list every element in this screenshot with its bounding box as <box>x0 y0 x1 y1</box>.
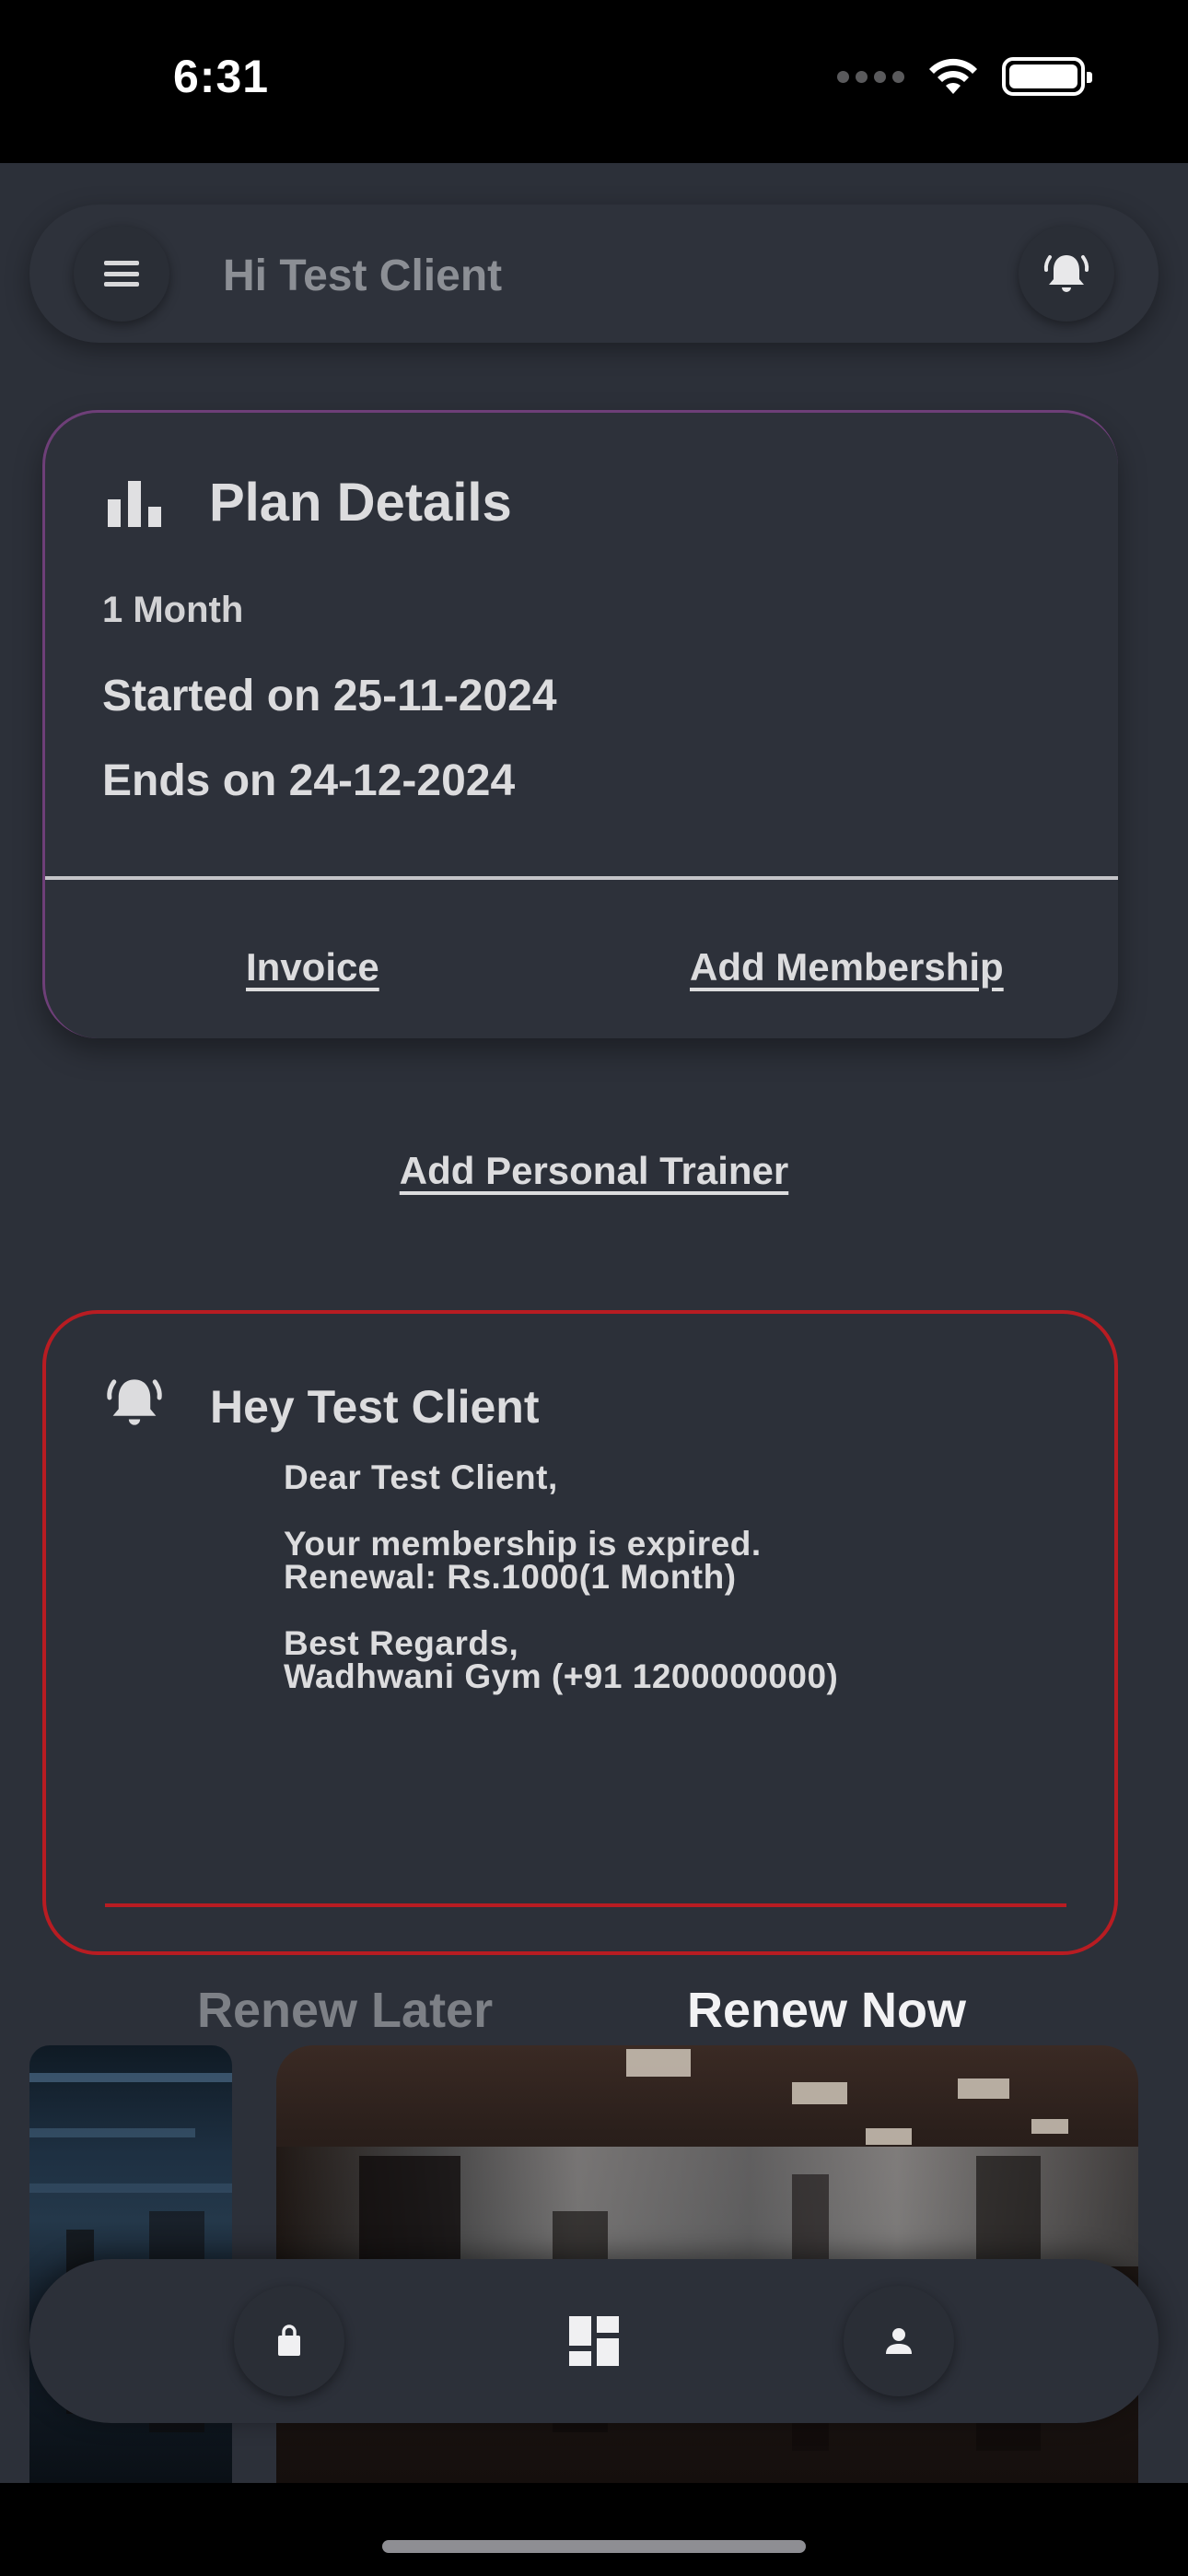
alert-message: Dear Test Client, Your membership is exp… <box>284 1458 839 1695</box>
invoice-link[interactable]: Invoice <box>246 945 379 989</box>
alert-divider <box>105 1903 1066 1907</box>
add-membership-link[interactable]: Add Membership <box>690 945 1004 989</box>
renew-now-button[interactable]: Renew Now <box>687 1982 966 2039</box>
plan-divider <box>45 876 1118 880</box>
bell-ringing-icon <box>1043 255 1089 292</box>
dashboard-icon <box>569 2316 619 2366</box>
app-bar: Hi Test Client <box>29 205 1159 343</box>
status-bar: 6:31 <box>0 0 1188 163</box>
cellular-signal-icon <box>837 70 904 83</box>
bell-ringing-icon <box>107 1379 162 1425</box>
nav-dashboard-button[interactable] <box>539 2286 649 2396</box>
plan-end-date: Ends on 24-12-2024 <box>102 756 516 805</box>
nav-profile-button[interactable] <box>844 2286 954 2396</box>
membership-alert-card: Hey Test Client Dear Test Client, Your m… <box>42 1310 1118 2038</box>
home-indicator-area <box>0 2483 1188 2576</box>
bar-chart-icon <box>108 481 161 527</box>
plan-start-date: Started on 25-11-2024 <box>102 672 557 720</box>
notifications-button[interactable] <box>1019 226 1114 322</box>
person-icon <box>886 2328 912 2354</box>
renew-later-button[interactable]: Renew Later <box>197 1982 493 2039</box>
home-indicator[interactable] <box>382 2540 806 2553</box>
menu-button[interactable] <box>74 226 169 322</box>
plan-details-card: Plan Details 1 Month Started on 25-11-20… <box>42 410 1118 1038</box>
hamburger-menu-icon <box>104 261 139 287</box>
app-screen: Hi Test Client Plan Details 1 Month Star… <box>0 163 1188 2483</box>
plan-duration: 1 Month <box>102 590 244 630</box>
wifi-icon <box>929 58 977 94</box>
bottom-navigation <box>29 2259 1159 2423</box>
greeting-title: Hi Test Client <box>223 252 503 300</box>
shopping-bag-icon <box>278 2324 300 2356</box>
status-icons <box>837 57 1092 96</box>
alert-title: Hey Test Client <box>210 1381 540 1433</box>
nav-shop-button[interactable] <box>234 2286 344 2396</box>
status-time: 6:31 <box>173 51 270 102</box>
add-personal-trainer-link[interactable]: Add Personal Trainer <box>0 1149 1188 1193</box>
plan-details-title: Plan Details <box>209 473 512 533</box>
battery-icon <box>1002 57 1092 96</box>
